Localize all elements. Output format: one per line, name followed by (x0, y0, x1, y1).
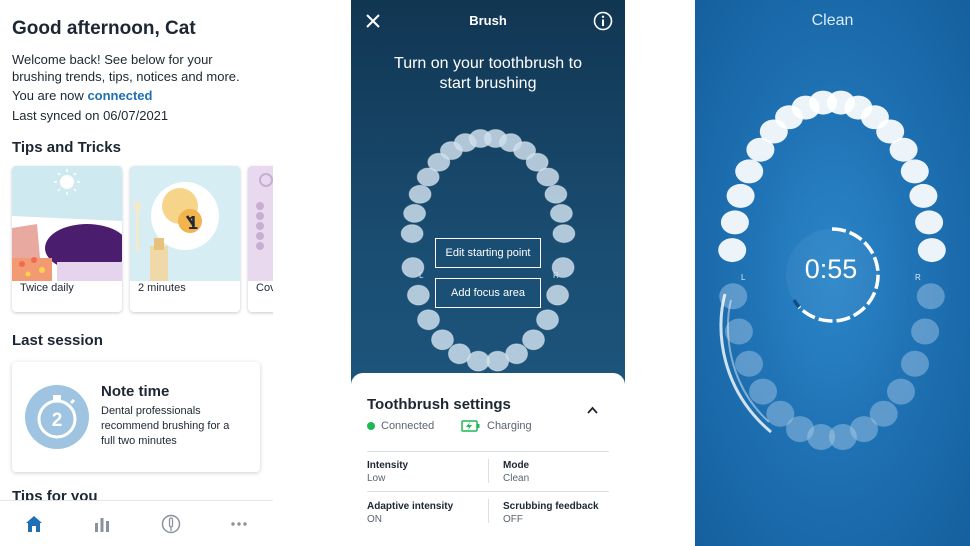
connected-status: Connected (367, 420, 434, 432)
tooth (536, 309, 559, 331)
brush-icon[interactable] (158, 511, 184, 537)
left-label: L (741, 273, 746, 282)
right-label: R (553, 271, 559, 280)
charging-status: Charging (461, 420, 532, 432)
info-icon[interactable] (593, 11, 613, 31)
divider (367, 491, 609, 492)
tooth (917, 238, 946, 263)
tooth (408, 184, 432, 204)
sync-date: 06/07/2021 (103, 108, 169, 123)
tooth (400, 224, 424, 244)
connection-status-link[interactable]: connected (87, 88, 152, 103)
tooth (911, 318, 940, 345)
battery-charging-icon (461, 420, 480, 432)
tip-card-label: Twice daily (20, 282, 74, 294)
tooth (901, 350, 929, 377)
note-title: Note time (101, 383, 170, 400)
tooth (549, 203, 573, 223)
tooth (447, 343, 471, 365)
tooth (552, 224, 576, 244)
home-screen: Good afternoon, Cat Welcome back! See be… (0, 0, 273, 546)
tooth (900, 159, 929, 184)
left-label: L (419, 271, 424, 280)
last-session-heading: Last session (12, 332, 103, 349)
tooth (889, 137, 918, 162)
settings-title: Toothbrush settings (367, 396, 511, 413)
brush-prompt: Turn on your toothbrush to start brushin… (394, 55, 582, 92)
connected-label: Connected (381, 420, 435, 432)
tips-heading: Tips and Tricks (12, 139, 121, 156)
more-icon[interactable] (226, 511, 252, 537)
divider (488, 459, 489, 483)
tooth (403, 203, 427, 223)
tooth (718, 238, 747, 263)
welcome-text: Welcome back! See below for your brushin… (12, 52, 240, 84)
tip-card-label: Cov (256, 282, 273, 294)
brush-position-indicator (719, 293, 772, 434)
sync-prefix: Last synced on (12, 108, 100, 123)
tooth (735, 159, 764, 184)
tooth (522, 329, 545, 351)
svg-text:1: 1 (188, 213, 198, 233)
tooth (417, 309, 440, 331)
note-time-card[interactable]: 2 Note time Dental professionals recomme… (12, 362, 260, 472)
chevron-up-icon[interactable] (587, 406, 598, 414)
bottom-navigation (0, 500, 273, 546)
divider (367, 451, 609, 452)
tooth (915, 210, 944, 235)
scrubbing-feedback-value[interactable]: OFF (503, 514, 523, 525)
intensity-value[interactable]: Low (367, 473, 385, 484)
coverage-illustration (248, 166, 273, 281)
tip-card-two-minutes[interactable]: 1 2 minutes (130, 166, 240, 312)
home-icon[interactable] (21, 511, 47, 537)
toothbrush-settings-sheet: Toothbrush settings Connected Charging I… (351, 373, 625, 546)
adaptive-intensity-value[interactable]: ON (367, 514, 382, 525)
tooth (916, 283, 945, 310)
connection-line: You are now connected (12, 88, 152, 103)
twice-daily-illustration (12, 166, 122, 281)
two-minutes-illustration: 1 (130, 166, 240, 281)
clean-screen: Clean 0:55 L R (695, 0, 970, 546)
tooth (536, 167, 560, 187)
tip-card-twice-daily[interactable]: Twice daily (12, 166, 122, 312)
tip-card-label: 2 minutes (138, 282, 186, 294)
tooth (486, 350, 510, 372)
tooth (546, 284, 570, 306)
connected-dot-icon (367, 422, 375, 430)
mode-value[interactable]: Clean (503, 473, 529, 484)
stopwatch-number: 2 (52, 410, 63, 431)
tip-card-cov[interactable]: Cov (248, 166, 273, 312)
greeting-title: Good afternoon, Cat (12, 18, 196, 39)
tooth (720, 210, 749, 235)
scrubbing-feedback-label: Scrubbing feedback (503, 501, 599, 512)
intensity-label: Intensity (367, 460, 409, 471)
brushing-timer: 0:55 (804, 254, 858, 284)
clean-title: Clean (811, 12, 854, 29)
tooth (726, 183, 755, 208)
right-label: R (915, 273, 921, 282)
edit-starting-point-button[interactable]: Edit starting point (435, 238, 541, 268)
tooth (887, 378, 915, 405)
tooth (406, 284, 430, 306)
mode-label: Mode (503, 460, 530, 471)
connection-prefix: You are now (12, 88, 84, 103)
tooth (431, 329, 454, 351)
divider (488, 499, 489, 523)
sync-line: Last synced on 06/07/2021 (12, 108, 168, 123)
stopwatch-icon: 2 (25, 385, 89, 449)
adaptive-intensity-label: Adaptive intensity (367, 501, 454, 512)
charging-label: Charging (487, 420, 532, 432)
tooth (544, 184, 568, 204)
add-focus-area-button[interactable]: Add focus area (435, 278, 541, 308)
tooth (909, 183, 938, 208)
note-body: Dental professionals recommend brushing … (101, 405, 230, 447)
chart-icon[interactable] (89, 511, 115, 537)
brush-title: Brush (469, 13, 507, 28)
brush-screen: Brush Turn on your toothbrush to start b… (351, 0, 625, 546)
